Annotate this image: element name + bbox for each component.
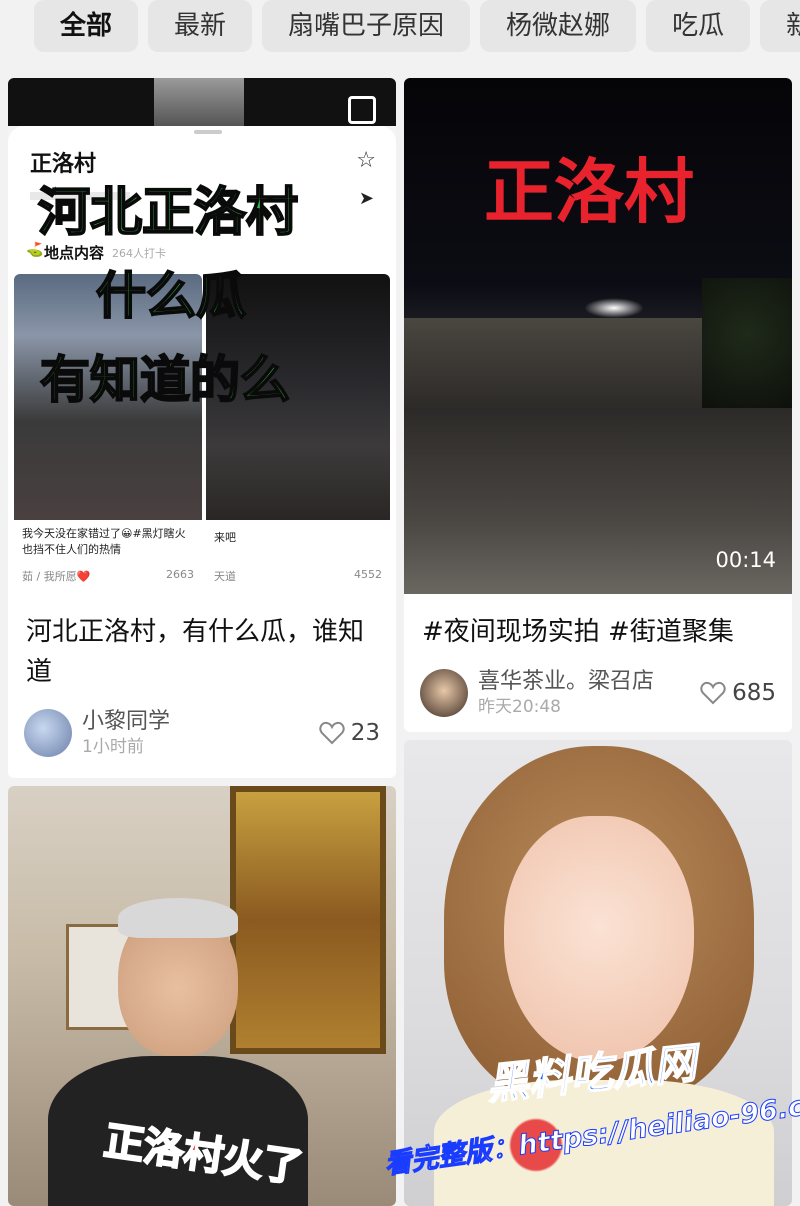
like-button[interactable]: 685 (700, 680, 776, 706)
like-button[interactable]: 23 (319, 720, 380, 746)
card-author-row: 小黎同学 1小时前 23 (24, 708, 380, 758)
mini-post-text: 来吧 (214, 531, 236, 544)
card-thumbnail[interactable]: 正洛村 00:14 (404, 78, 792, 594)
tab-yangwei-zhaona[interactable]: 杨微赵娜 (480, 0, 637, 52)
video-title-overlay: 正洛村 (484, 151, 694, 233)
card-author-row: 喜华茶业。梁召店 昨天20:48 685 (420, 668, 776, 718)
like-count: 685 (732, 680, 776, 706)
mini-post-likes: 4552 (354, 568, 382, 581)
mini-post-user: 茹 / 我所愿❤️ (22, 570, 91, 583)
heart-icon (319, 721, 345, 745)
tab-news[interactable]: 新闻 (760, 0, 800, 52)
feed-card-2[interactable]: 正洛村 00:14 #夜间现场实拍 #街道聚集 喜华茶业。梁召店 昨天20:48… (404, 78, 792, 732)
card-title: #夜间现场实拍 #街道聚集 (422, 617, 734, 647)
avatar[interactable] (24, 709, 72, 757)
card-thumbnail[interactable]: 正洛村 ☆ ➤ ⛳ 地点内容 264人打卡 我今天没在家错过了😀#黑灯瞎火也挡不… (8, 78, 396, 594)
mini-post-likes: 2663 (166, 568, 194, 581)
navigate-icon: ➤ (358, 188, 374, 209)
tab-all[interactable]: 全部 (34, 0, 139, 52)
section-label: 地点内容 (44, 244, 105, 262)
card-thumbnail[interactable]: 正洛村火了 (8, 786, 396, 1206)
trees (702, 278, 792, 418)
overlay-caption-line-2: 什么瓜 (95, 266, 247, 326)
author-name[interactable]: 小黎同学 (82, 708, 319, 736)
post-time: 昨天20:48 (478, 697, 561, 717)
mini-post-footer: 茹 / 我所愿❤️ 2663 (22, 568, 194, 584)
heart-icon (700, 681, 726, 705)
screenshot-header (8, 78, 396, 126)
tab-gossip[interactable]: 吃瓜 (646, 0, 751, 52)
mini-post-user: 天道 (214, 570, 236, 583)
author-name[interactable]: 喜华茶业。梁召店 (478, 668, 700, 696)
copy-icon (348, 96, 376, 124)
category-tabs: 全部 最新 扇嘴巴子原因 杨微赵娜 吃瓜 新闻 (0, 0, 800, 62)
overlay-caption-line-1: 河北正洛村 (37, 182, 299, 244)
video-duration: 00:14 (715, 548, 776, 572)
tab-slap-reason[interactable]: 扇嘴巴子原因 (262, 0, 471, 52)
street-lights (584, 298, 644, 318)
buildings (404, 318, 704, 418)
star-icon: ☆ (356, 148, 376, 173)
like-count: 23 (350, 720, 380, 746)
card-title: 河北正洛村，有什么瓜，谁知道 (26, 617, 365, 687)
overlay-caption-line-3: 有知道的么 (39, 350, 291, 410)
feed-card-1[interactable]: 正洛村 ☆ ➤ ⛳ 地点内容 264人打卡 我今天没在家错过了😀#黑灯瞎火也挡不… (8, 78, 396, 778)
mini-post-footer: 天道 4552 (214, 568, 382, 584)
feed-card-3[interactable]: 正洛村火了 (8, 786, 396, 1206)
mini-post-text: 我今天没在家错过了😀#黑灯瞎火也挡不住人们的热情 (22, 527, 186, 556)
post-time: 1小时前 (82, 737, 144, 757)
tab-latest[interactable]: 最新 (148, 0, 253, 52)
avatar[interactable] (420, 669, 468, 717)
